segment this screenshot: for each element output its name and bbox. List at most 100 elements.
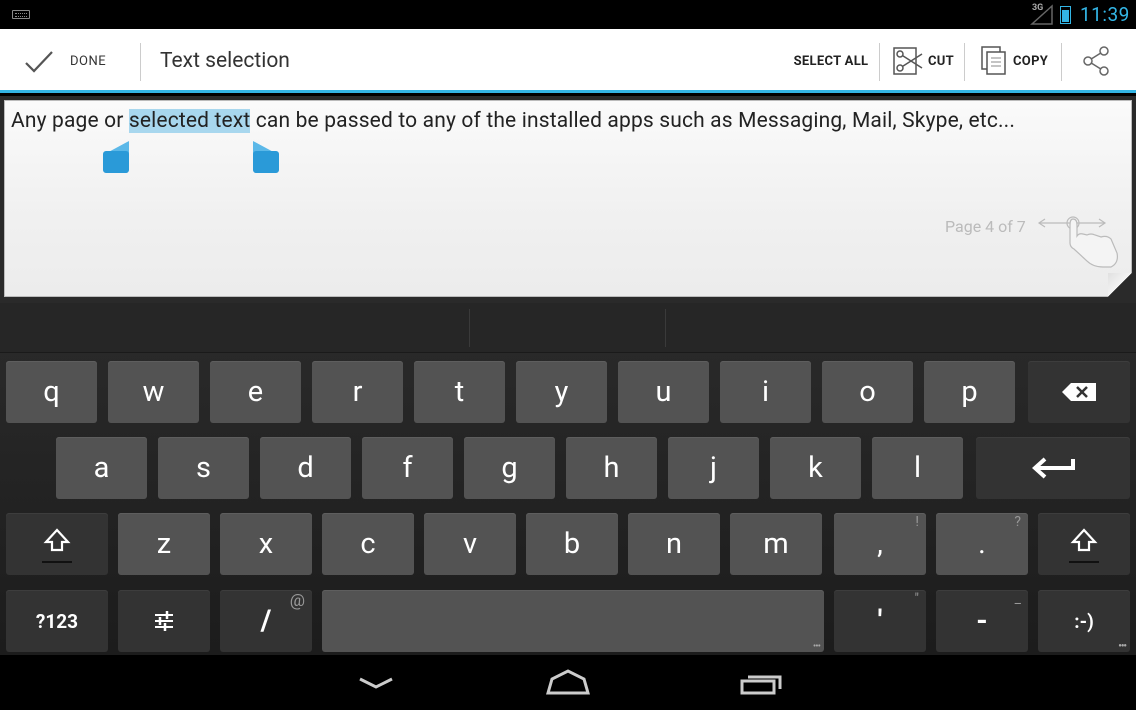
scissors-icon [893,47,923,75]
share-button[interactable] [1066,29,1126,93]
select-all-button[interactable]: SELECT ALL [784,29,878,93]
cut-button[interactable]: CUT [884,29,962,93]
document-page[interactable]: Any page or selected text can be passed … [4,100,1132,297]
text-before-selection: Any page or [11,109,129,133]
divider [1061,43,1062,81]
page-title: Text selection [160,49,290,73]
checkmark-icon [25,51,53,73]
key-r[interactable]: r [312,361,403,423]
key-comma-hint: ! [915,514,919,530]
key-o[interactable]: o [822,361,913,423]
suggestion-divider [665,309,666,347]
handle-knob [253,151,279,173]
key-u[interactable]: u [618,361,709,423]
apostrophe-hint: " [914,591,919,607]
divider [879,43,880,81]
select-all-label: SELECT ALL [793,53,869,69]
settings-sliders-icon [155,611,173,631]
content-area: Any page or selected text can be passed … [0,96,1136,303]
key-z[interactable]: z [118,513,210,575]
keyboard-notification-icon [12,10,30,19]
page-curl [1108,273,1132,297]
key-comma[interactable]: , ! [834,513,926,575]
backspace-key[interactable] [1028,361,1130,423]
key-n[interactable]: n [628,513,720,575]
key-l[interactable]: l [872,437,963,499]
space-dots: ••• [812,641,821,652]
signal-icon [1030,4,1053,25]
status-time: 11:39 [1080,3,1130,26]
copy-label: COPY [1013,53,1049,69]
selection-end-handle[interactable] [253,141,279,173]
done-label: DONE [70,54,107,69]
text-after-selection: can be passed to any of the installed ap… [250,109,1016,133]
smiley-key[interactable]: :-) ••• [1038,590,1130,652]
keyboard-settings-key[interactable] [118,590,210,652]
page-text[interactable]: Any page or selected text can be passed … [11,109,1015,133]
divider [964,43,965,81]
page-indicator: Page 4 of 7 [945,217,1026,236]
key-q[interactable]: q [6,361,97,423]
key-w[interactable]: w [108,361,199,423]
key-period-label: . [978,527,986,561]
key-d[interactable]: d [260,437,351,499]
dash-key[interactable]: - _ [936,590,1028,652]
key-k[interactable]: k [770,437,861,499]
shift-key-right[interactable] [1038,513,1130,575]
back-chevron-icon[interactable] [346,665,406,701]
space-key[interactable]: ••• [322,590,824,652]
key-period[interactable]: . ? [936,513,1028,575]
suggestion-divider [469,309,470,347]
selected-text[interactable]: selected text [128,109,251,133]
shift-icon [1069,528,1099,563]
smiley-dots: ••• [1118,641,1127,652]
key-x[interactable]: x [220,513,312,575]
key-h[interactable]: h [566,437,657,499]
key-i[interactable]: i [720,361,811,423]
suggestion-strip [0,303,1136,353]
key-p[interactable]: p [924,361,1015,423]
key-c[interactable]: c [322,513,414,575]
shift-icon [42,528,72,563]
recents-icon[interactable] [730,665,790,701]
slash-hint: @ [289,591,305,611]
copy-button[interactable]: COPY [970,29,1058,93]
swipe-hand-icon [1037,216,1118,268]
enter-icon [1032,457,1075,479]
key-s[interactable]: s [158,437,249,499]
navigation-bar [0,655,1136,710]
key-f[interactable]: f [362,437,453,499]
share-icon [1083,46,1109,76]
key-e[interactable]: e [210,361,301,423]
battery-icon [1060,6,1071,24]
smiley-label: :-) [1074,609,1094,633]
key-t[interactable]: t [414,361,505,423]
key-b[interactable]: b [526,513,618,575]
apostrophe-key[interactable]: ' " [834,590,926,652]
home-icon[interactable] [538,665,598,701]
divider [140,43,141,81]
key-m[interactable]: m [730,513,822,575]
backspace-icon [1062,383,1096,401]
soft-keyboard: q w e r t y u i o p a s d f g h j k l z … [0,303,1136,655]
shift-key-left[interactable] [6,513,108,575]
symbols-key[interactable]: ?123 [6,590,108,652]
slash-label: / [260,604,272,638]
key-comma-label: , [877,527,883,561]
key-v[interactable]: v [424,513,516,575]
key-a[interactable]: a [56,437,147,499]
contextual-action-bar: DONE Text selection SELECT ALL CUT COPY [0,29,1136,93]
slash-key[interactable]: / @ [220,590,312,652]
selection-start-handle[interactable] [103,141,129,173]
key-j[interactable]: j [668,437,759,499]
apostrophe-label: ' [877,604,883,638]
done-button[interactable]: DONE [0,29,140,93]
enter-key[interactable] [976,437,1130,499]
key-y[interactable]: y [516,361,607,423]
dash-hint: _ [1014,591,1021,607]
dash-label: - [976,604,988,638]
key-period-hint: ? [1014,514,1021,530]
status-bar: 3G 11:39 [0,0,1136,29]
handle-knob [103,151,129,173]
key-g[interactable]: g [464,437,555,499]
